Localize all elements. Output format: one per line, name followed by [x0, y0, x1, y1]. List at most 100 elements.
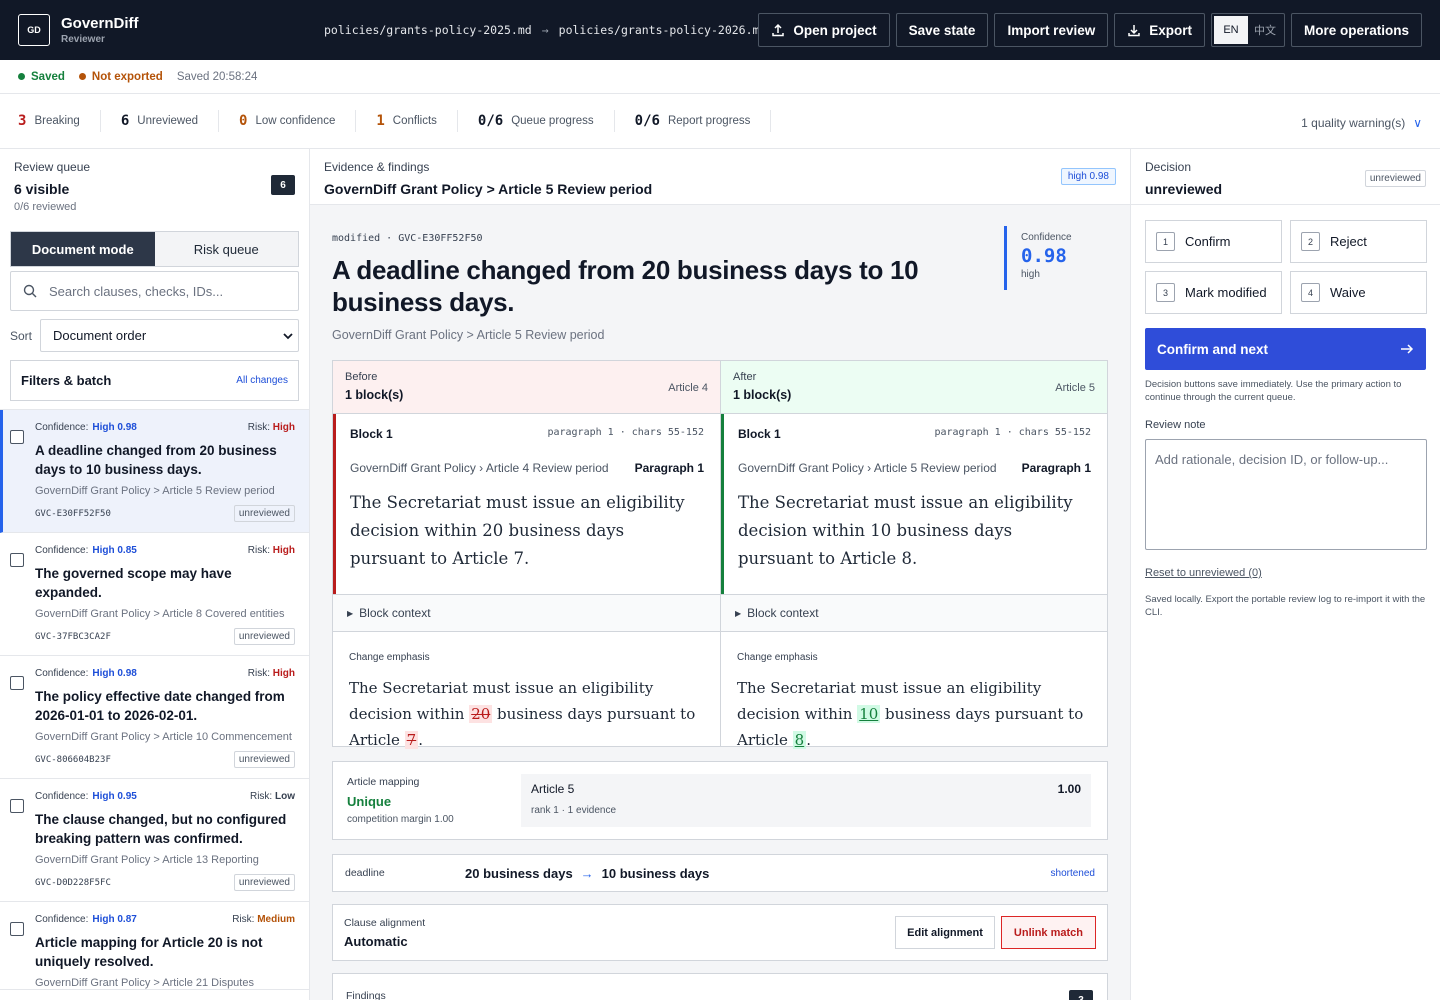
- diff-view: Before 1 block(s) Article 4 Block 1 parag…: [332, 360, 1108, 749]
- search-box: [10, 271, 299, 311]
- filters-batch-toggle[interactable]: Filters & batch All changes: [10, 360, 299, 401]
- block-paragraph: Paragraph 1: [1021, 461, 1091, 475]
- upload-icon: [772, 23, 785, 37]
- confidence-label: Confidence: [1021, 232, 1072, 243]
- confidence-level: high: [1021, 269, 1040, 280]
- lang-zh-button[interactable]: 中文: [1248, 16, 1282, 44]
- more-operations-label: More operations: [1303, 22, 1409, 38]
- risk-text: Risk: High: [247, 668, 295, 679]
- metric-value: 0/6: [634, 113, 660, 129]
- findings-card[interactable]: Findings 3: [332, 973, 1108, 1000]
- evidence-header: Evidence & findings GovernDiff Grant Pol…: [310, 149, 1130, 205]
- export-button[interactable]: Export: [1114, 13, 1205, 47]
- not-exported-dot-icon: [78, 72, 86, 80]
- saved-status: Saved: [18, 71, 65, 83]
- review-note-label: Review note: [1145, 419, 1206, 431]
- risk-text: Risk: High: [247, 422, 295, 433]
- before-block-context-toggle[interactable]: ▶ Block context: [333, 594, 720, 631]
- before-block: Block 1 paragraph 1 · chars 55-152 Govern…: [333, 414, 720, 594]
- import-review-button[interactable]: Import review: [994, 13, 1109, 47]
- metric-low-confidence[interactable]: 0 Low confidence: [239, 110, 357, 132]
- sort-label: Sort: [10, 328, 33, 343]
- queue-item-checkbox[interactable]: [10, 922, 24, 936]
- after-block-context-toggle[interactable]: ▶ Block context: [721, 594, 1107, 631]
- risk-queue-tab[interactable]: Risk queue: [154, 232, 298, 266]
- filters-label: Filters & batch: [21, 373, 112, 388]
- quality-warning-label: 1 quality warning(s): [1301, 116, 1406, 130]
- queue-item-id: GVC-E30FF52F50: [35, 508, 111, 519]
- queue-item-checkbox[interactable]: [10, 676, 24, 690]
- compared-paths: policies/grants-policy-2025.md → policie…: [324, 23, 766, 37]
- block-context-label: Block context: [359, 606, 431, 620]
- metric-breaking[interactable]: 3 Breaking: [18, 110, 101, 132]
- queue-item[interactable]: Confidence: High 0.98 Risk: High A deadlin…: [0, 410, 309, 533]
- save-state-button[interactable]: Save state: [895, 13, 989, 47]
- confidence-text: Confidence: High 0.98: [35, 668, 137, 679]
- queue-item-checkbox[interactable]: [10, 799, 24, 813]
- sort-select[interactable]: Document order: [40, 319, 299, 352]
- clause-alignment-card: Clause alignment Automatic Edit alignmen…: [332, 904, 1108, 961]
- evidence-caption: Evidence & findings: [324, 160, 430, 174]
- chevron-down-icon: ∨: [1413, 116, 1422, 130]
- quality-warning-toggle[interactable]: 1 quality warning(s) ∨: [1301, 116, 1422, 130]
- unlink-match-button[interactable]: Unlink match: [1000, 916, 1096, 949]
- queue-item[interactable]: Confidence: High 0.85 Risk: High The gover…: [0, 533, 309, 656]
- queue-item-title: A deadline changed from 20 business days…: [35, 443, 277, 477]
- queue-header: Review queue 6 visible 0/6 reviewed 6: [0, 149, 309, 215]
- after-block: Block 1 paragraph 1 · chars 55-152 Govern…: [721, 414, 1107, 594]
- sort-row: Sort Document order: [10, 319, 299, 352]
- queue-item-location: GovernDiff Grant Policy > Article 5 Revi…: [35, 485, 275, 497]
- app-name: GovernDiff: [61, 15, 139, 32]
- metric-unreviewed[interactable]: 6 Unreviewed: [121, 110, 219, 132]
- status-badge: unreviewed: [233, 505, 295, 522]
- queue-item[interactable]: Confidence: High 0.95 Risk: Low The clause…: [0, 779, 309, 902]
- deleted-token: 20: [469, 705, 493, 723]
- waive-button[interactable]: 4 Waive: [1290, 271, 1427, 314]
- reset-to-unreviewed-link[interactable]: Reset to unreviewed (0): [1145, 567, 1426, 579]
- confirm-and-next-button[interactable]: Confirm and next: [1145, 328, 1426, 370]
- queue-item[interactable]: Confidence: High 0.98 Risk: High The polic…: [0, 656, 309, 779]
- deadline-change-row: deadline 20 business days → 10 business …: [332, 854, 1108, 892]
- confidence-value: 0.98: [1021, 245, 1067, 267]
- shortcut-key: 4: [1301, 283, 1320, 302]
- language-toggle: EN 中文: [1210, 13, 1285, 47]
- candidate-article: Article 5: [531, 782, 575, 796]
- mark-modified-button[interactable]: 3 Mark modified: [1145, 271, 1282, 314]
- open-project-button[interactable]: Open project: [758, 13, 890, 47]
- confidence-text: Confidence: High 0.98: [35, 422, 137, 433]
- document-mode-tab[interactable]: Document mode: [11, 232, 155, 266]
- finding-title: A deadline changed from 20 business days…: [332, 255, 919, 317]
- queue-item[interactable]: Confidence: High 0.87 Risk: Medium Article…: [0, 902, 309, 990]
- import-review-label: Import review: [1007, 22, 1096, 38]
- review-note-input[interactable]: [1145, 439, 1427, 550]
- decision-panel: Decision unreviewed unreviewed 1 Confirm …: [1130, 149, 1440, 1000]
- lang-en-button[interactable]: EN: [1213, 16, 1248, 44]
- finding-meta: modified · GVC-E30FF52F50: [332, 233, 483, 244]
- metric-report-progress: 0/6 Report progress: [635, 110, 772, 132]
- queue-visible-count: 6 visible: [14, 181, 70, 197]
- decision-buttons: 1 Confirm 2 Reject 3 Mark modified 4 Waive: [1145, 220, 1427, 314]
- edit-alignment-button[interactable]: Edit alignment: [895, 916, 995, 949]
- emphasis-label: Change emphasis: [737, 652, 818, 663]
- button-label: Reject: [1330, 234, 1367, 249]
- queue-item-location: GovernDiff Grant Policy > Article 13 Rep…: [35, 854, 259, 866]
- search-input[interactable]: [49, 283, 279, 299]
- emphasis-text: The Secretariat must issue an eligibilit…: [349, 679, 696, 749]
- queue-item-title: Article mapping for Article 20 is not un…: [35, 935, 263, 969]
- risk-text: Risk: Medium: [232, 914, 295, 925]
- saved-dot-icon: [18, 72, 25, 80]
- findings-count-badge: 3: [1069, 990, 1093, 1000]
- reject-button[interactable]: 2 Reject: [1290, 220, 1427, 263]
- queue-item-checkbox[interactable]: [10, 430, 24, 444]
- queue-item-checkbox[interactable]: [10, 553, 24, 567]
- metric-conflicts[interactable]: 1 Conflicts: [376, 110, 458, 132]
- change-status: shortened: [1050, 867, 1095, 879]
- queue-item-location: GovernDiff Grant Policy > Article 8 Cove…: [35, 608, 285, 620]
- more-operations-button[interactable]: More operations: [1290, 13, 1422, 47]
- mapping-candidate[interactable]: Article 5 rank 1 · 1 evidence 1.00: [521, 774, 1091, 827]
- not-exported-label: Not exported: [91, 70, 163, 83]
- confirm-button[interactable]: 1 Confirm: [1145, 220, 1282, 263]
- evidence-panel: Evidence & findings GovernDiff Grant Pol…: [310, 149, 1130, 1000]
- source-path: policies/grants-policy-2025.md: [324, 23, 532, 37]
- save-state-label: Save state: [908, 22, 976, 38]
